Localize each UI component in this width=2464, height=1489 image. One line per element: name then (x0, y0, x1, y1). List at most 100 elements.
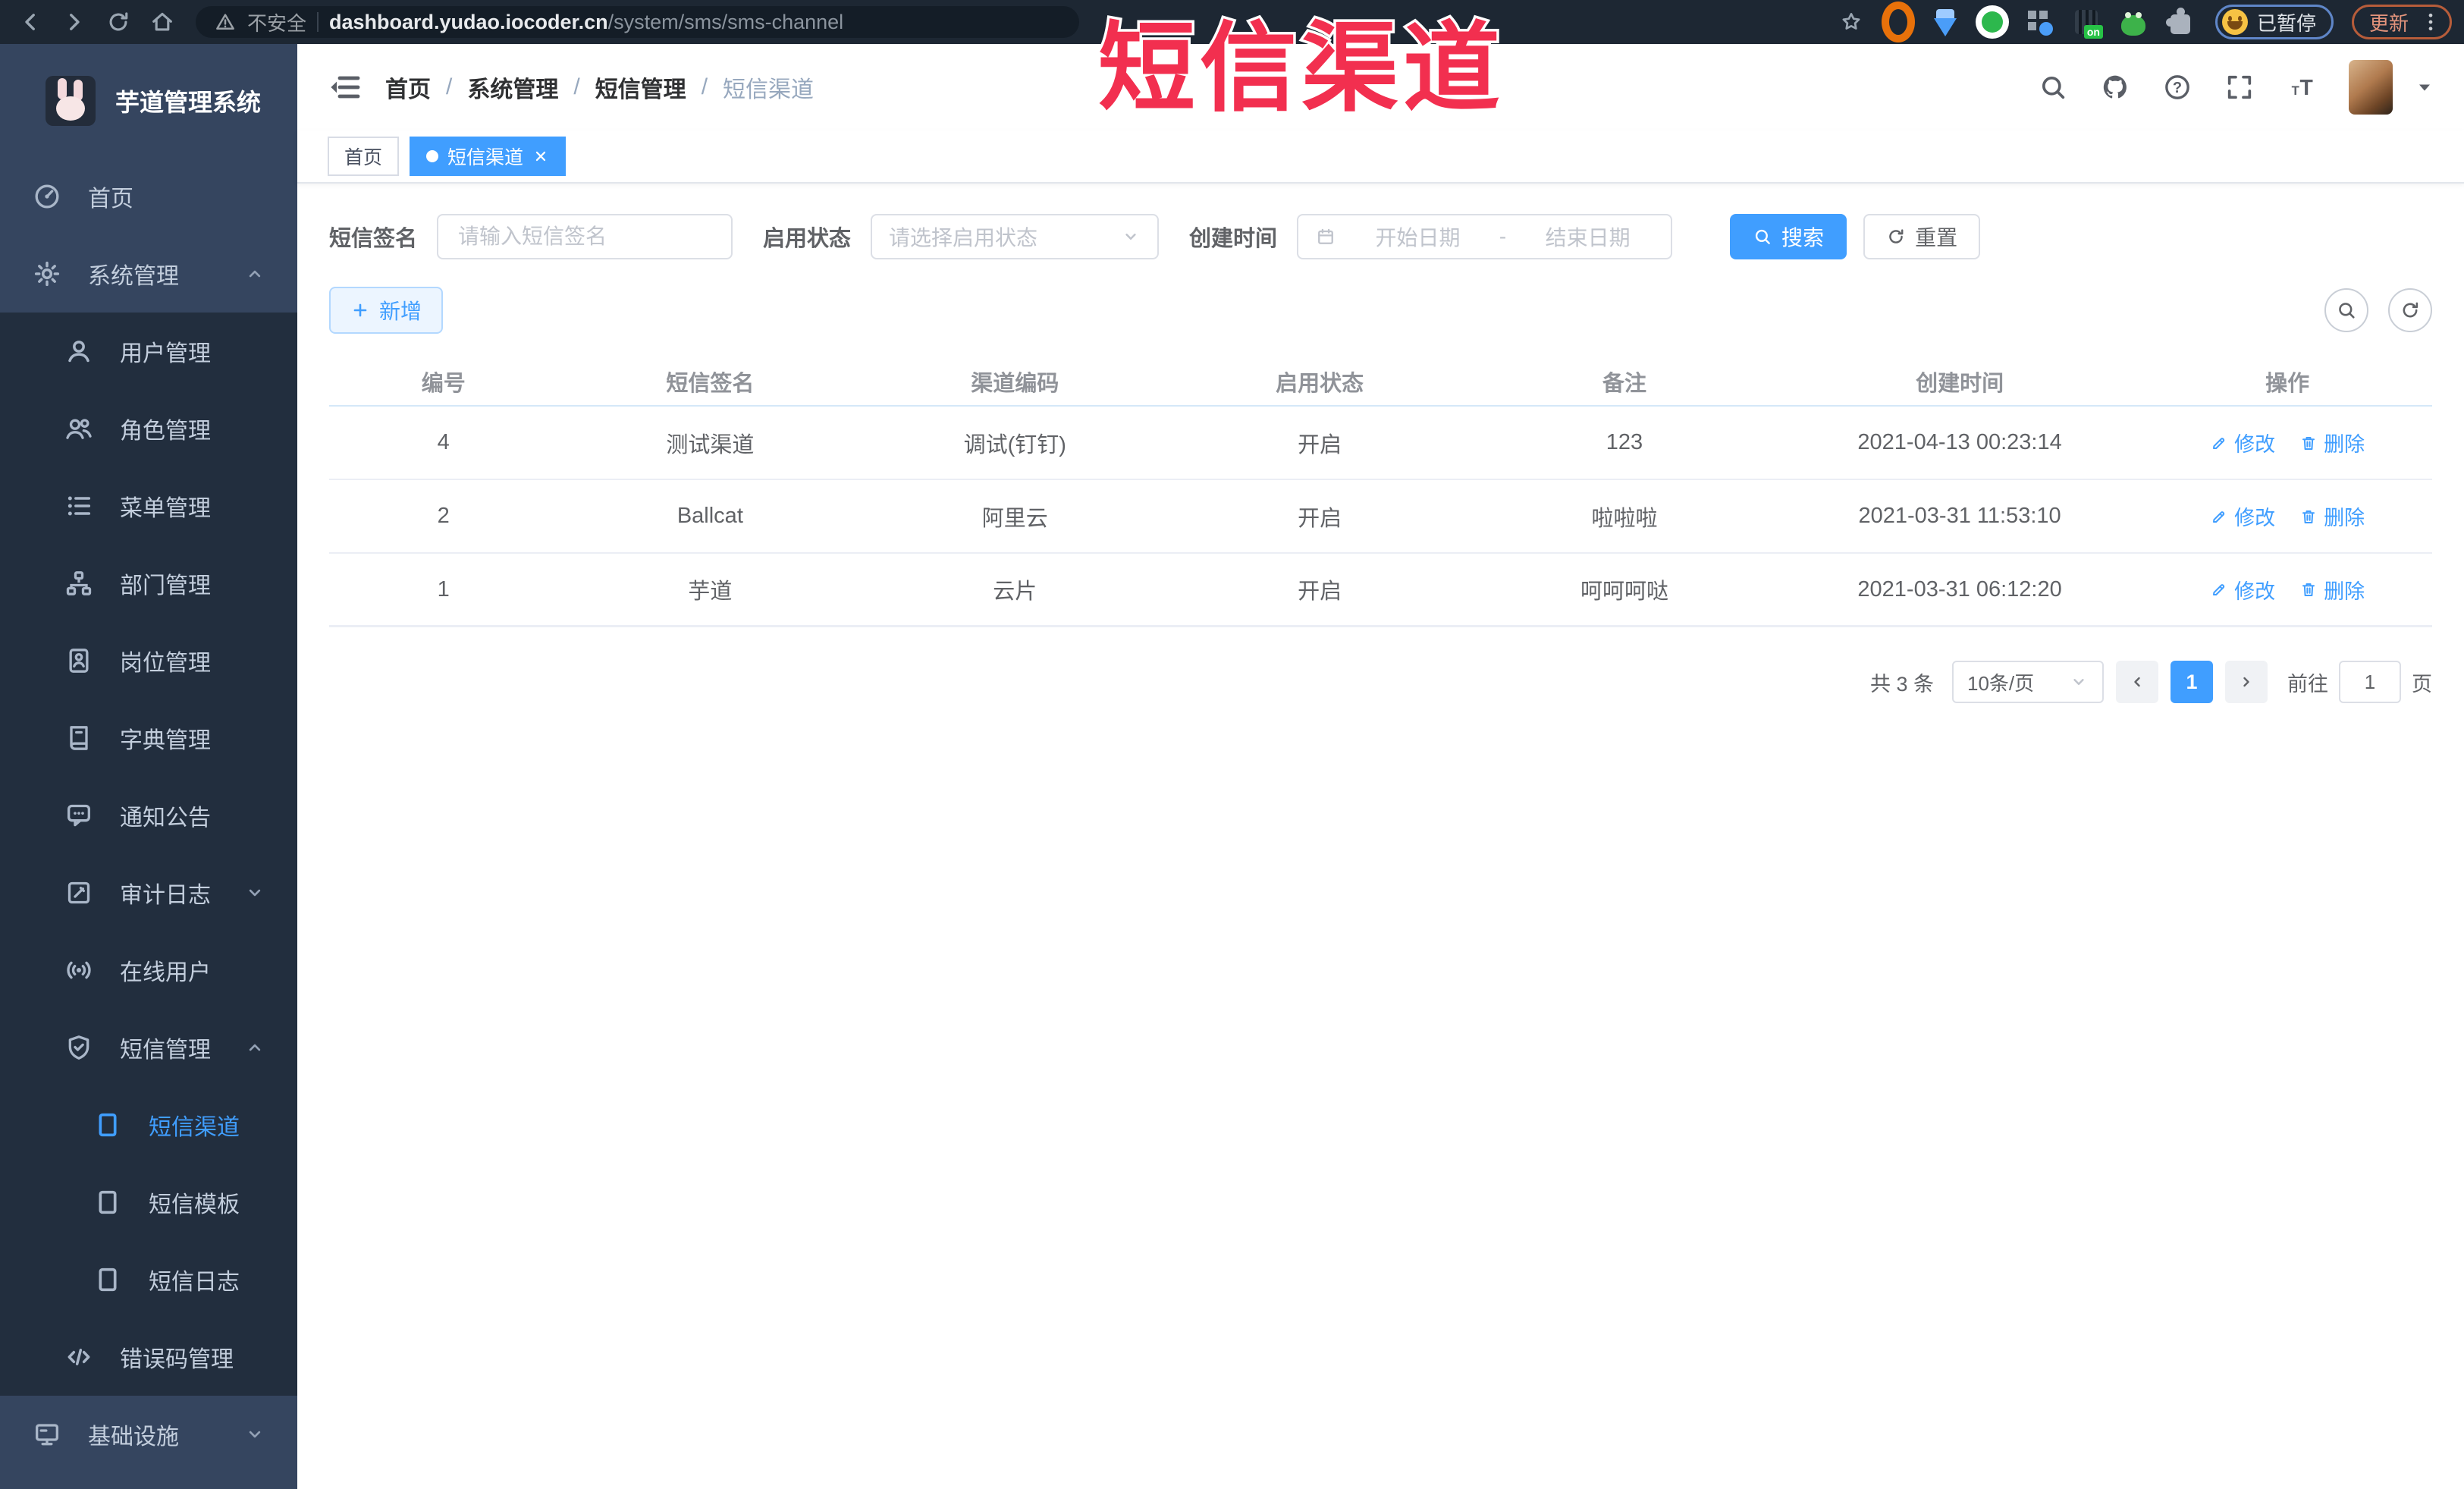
sign-filter-input[interactable] (437, 214, 733, 259)
avatar[interactable] (2349, 60, 2393, 115)
reset-button[interactable]: 重置 (1863, 214, 1981, 259)
delete-link[interactable]: 删除 (2299, 428, 2365, 457)
tab-首页[interactable]: 首页 (328, 137, 400, 176)
next-page-button[interactable] (2225, 661, 2268, 703)
browser-update-button[interactable]: 更新 (2351, 5, 2452, 39)
online-icon (64, 955, 94, 985)
monitor-icon (32, 1419, 62, 1450)
browser-profile-button[interactable]: 已暂停 (2214, 5, 2334, 39)
tags-view-bar: 首页 短信渠道 (297, 130, 2464, 184)
sidebar-item-menu[interactable]: 菜单管理 (0, 467, 297, 545)
address-bar[interactable]: 不安全 dashboard.yudao.iocoder.cn/system/sm… (196, 6, 1079, 38)
home-icon[interactable] (144, 4, 180, 40)
goto-page: 前往 页 (2287, 661, 2432, 703)
breadcrumb-item[interactable]: 系统管理 (467, 71, 558, 104)
sms-icon (64, 1032, 94, 1063)
sidebar-item-post[interactable]: 岗位管理 (0, 622, 297, 699)
sidebar-item-audit-log[interactable]: 审计日志 (0, 854, 297, 931)
doc-icon (93, 1110, 123, 1140)
orange-extension-icon[interactable] (1882, 5, 1915, 39)
page-number-button[interactable]: 1 (2171, 661, 2213, 703)
table-header-cell: 渠道编码 (971, 372, 1059, 396)
calendar-icon (1315, 226, 1336, 247)
green-extension-icon[interactable] (1975, 5, 2009, 39)
font-size-icon[interactable] (2287, 72, 2317, 102)
sms-channel-table: 编号 短信签名 渠道编码 启用状态 备注 创建时间 操作 4 测试渠道 调试(钉钉) 开启 123 2… (329, 358, 2432, 627)
toolbar-right (2324, 288, 2432, 332)
sidebar-item-infra[interactable]: 基础设施 (0, 1396, 297, 1473)
sidebar-item-label: 菜单管理 (120, 496, 211, 521)
edit-link[interactable]: 修改 (2210, 575, 2275, 605)
fullscreen-icon[interactable] (2224, 72, 2255, 102)
delete-link[interactable]: 删除 (2299, 575, 2365, 605)
toggle-search-button[interactable] (2324, 288, 2368, 332)
sidebar-item-system[interactable]: 系统管理 (0, 235, 297, 313)
page-unit-label: 页 (2412, 672, 2432, 696)
grid-extension-icon[interactable] (2023, 5, 2056, 39)
status-filter-select[interactable]: 请选择启用状态 (871, 214, 1160, 259)
url-domain: dashboard.yudao.iocoder.cn (329, 10, 608, 33)
help-icon[interactable] (2162, 72, 2192, 102)
table-cell-status: 开启 (1298, 580, 1342, 604)
add-button[interactable]: 新增 (329, 287, 444, 334)
delete-link[interactable]: 删除 (2299, 501, 2365, 531)
sidebar-item-sms[interactable]: 短信管理 (0, 1009, 297, 1086)
sidebar-item-online-user[interactable]: 在线用户 (0, 931, 297, 1009)
prev-page-button[interactable] (2116, 661, 2158, 703)
gem-extension-icon[interactable] (1929, 5, 1962, 39)
sidebar-item-sms-log[interactable]: 短信日志 (0, 1241, 297, 1318)
back-icon[interactable] (12, 4, 49, 40)
reload-icon[interactable] (100, 4, 137, 40)
sidebar-item-role[interactable]: 角色管理 (0, 390, 297, 467)
sidebar-item-dept[interactable]: 部门管理 (0, 545, 297, 622)
hamburger-icon[interactable] (326, 69, 363, 105)
edit-icon (2210, 507, 2228, 526)
sidebar-item-dict[interactable]: 字典管理 (0, 699, 297, 777)
filter-form: 短信签名 启用状态 请选择启用状态 创建时间 开始日期 - 结束日期 搜索 (329, 214, 2432, 259)
breadcrumb-item[interactable]: 首页 (385, 71, 431, 104)
page-size-select[interactable]: 10条/页 (1952, 661, 2104, 703)
tab-短信渠道[interactable]: 短信渠道 (410, 137, 567, 176)
sidebar-item-label: 用户管理 (120, 341, 211, 366)
table-row: 4 测试渠道 调试(钉钉) 开启 123 2021-04-13 00:23:14 修改 删除 (329, 407, 2432, 480)
breadcrumb-item[interactable]: 短信管理 (595, 71, 686, 104)
table-cell-created: 2021-03-31 06:12:20 (1857, 576, 2062, 602)
edit-link[interactable]: 修改 (2210, 428, 2275, 457)
github-icon[interactable] (2100, 72, 2130, 102)
refresh-icon (2400, 300, 2421, 321)
search-button[interactable]: 搜索 (1730, 214, 1847, 259)
edit-link[interactable]: 修改 (2210, 501, 2275, 531)
sidebar-item-error-code[interactable]: 错误码管理 (0, 1318, 297, 1396)
logo-row[interactable]: 芋道管理系统 (0, 44, 297, 158)
puzzle-extension-icon[interactable] (2164, 5, 2197, 39)
sidebar-item-notice[interactable]: 通知公告 (0, 777, 297, 854)
kebab-menu-icon[interactable] (2419, 11, 2442, 33)
table-cell-status: 开启 (1298, 506, 1342, 531)
app-header: 首页 / 系统管理 / 短信管理 / 短信渠道 (297, 44, 2464, 130)
frog-extension-icon[interactable] (2117, 5, 2150, 39)
search-icon[interactable] (2038, 72, 2068, 102)
chevron-down-icon (2069, 672, 2089, 692)
date-range-picker[interactable]: 开始日期 - 结束日期 (1297, 214, 1673, 259)
sidebar-item-label: 错误码管理 (120, 1347, 234, 1372)
table-cell-sign: 测试渠道 (666, 432, 755, 457)
chevron-up-icon (244, 1037, 265, 1058)
sidebar-item-home[interactable]: 首页 (0, 158, 297, 235)
status-filter-label: 启用状态 (763, 227, 852, 251)
onoff-extension-icon[interactable] (2070, 5, 2103, 39)
caret-down-icon[interactable] (2414, 77, 2435, 98)
edit-icon (2210, 580, 2228, 598)
breadcrumb-separator: / (701, 74, 708, 99)
star-icon[interactable] (1835, 5, 1868, 39)
table-cell-id: 4 (437, 430, 450, 454)
sidebar-item-user[interactable]: 用户管理 (0, 313, 297, 390)
sidebar-item-sms-channel[interactable]: 短信渠道 (0, 1086, 297, 1164)
profile-emoji-icon (2221, 9, 2248, 35)
sidebar-item-sms-template[interactable]: 短信模板 (0, 1164, 297, 1241)
sidebar-item-label: 系统管理 (88, 264, 179, 289)
sidebar-item-label: 基础设施 (88, 1425, 179, 1450)
goto-page-input[interactable] (2339, 661, 2401, 703)
forward-icon[interactable] (56, 4, 93, 40)
refresh-table-button[interactable] (2388, 288, 2432, 332)
start-date-placeholder: 开始日期 (1375, 226, 1461, 250)
